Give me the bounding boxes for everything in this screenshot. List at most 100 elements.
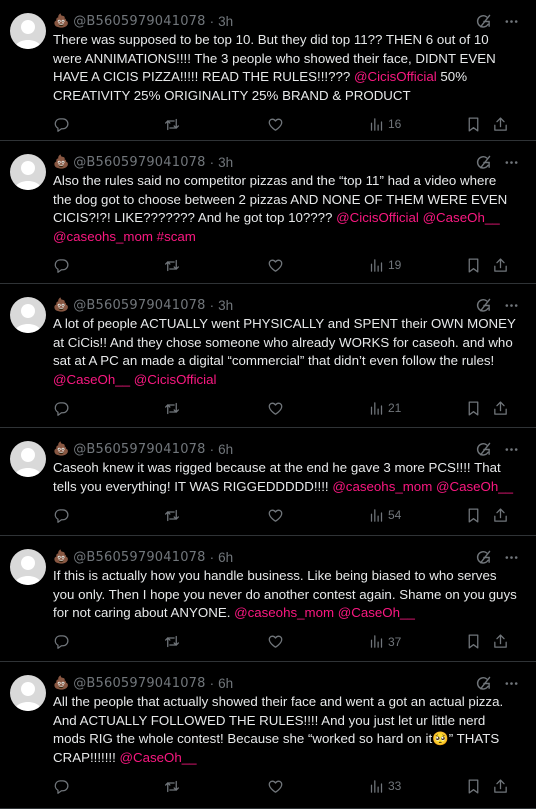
grok-icon[interactable]: [475, 154, 491, 170]
retweet-button[interactable]: [163, 633, 267, 650]
share-button[interactable]: [492, 633, 509, 650]
like-button[interactable]: [267, 778, 369, 795]
views-button[interactable]: 54: [369, 508, 465, 523]
tweet[interactable]: 💩 @B5605979041078 · 3h Also the rules sa…: [0, 141, 536, 284]
like-button[interactable]: [267, 400, 369, 417]
grok-icon[interactable]: [475, 675, 491, 691]
bookmark-button[interactable]: [465, 400, 492, 417]
mention-link[interactable]: @CicisOfficial: [134, 372, 217, 387]
share-button[interactable]: [492, 507, 509, 524]
bookmark-button[interactable]: [465, 257, 492, 274]
share-button[interactable]: [492, 116, 509, 133]
tweet-header: 💩 @B5605979041078 · 3h: [53, 153, 520, 171]
like-button[interactable]: [267, 257, 369, 274]
grok-icon[interactable]: [475, 13, 491, 29]
reply-button[interactable]: [53, 507, 163, 524]
mention-link[interactable]: @caseohs_mom: [53, 229, 153, 244]
reply-button[interactable]: [53, 116, 163, 133]
more-icon[interactable]: [503, 154, 519, 170]
mention-link[interactable]: @CaseOh__: [338, 605, 415, 620]
mention-link[interactable]: @CaseOh__: [436, 479, 513, 494]
share-button[interactable]: [492, 257, 509, 274]
more-icon[interactable]: [503, 441, 519, 457]
more-icon[interactable]: [503, 549, 519, 565]
grok-icon[interactable]: [475, 549, 491, 565]
tweet-feed: 💩 @B5605979041078 · 3h There was suppose…: [0, 0, 536, 809]
like-icon: [268, 118, 283, 131]
mention-link[interactable]: @caseohs_mom: [332, 479, 432, 494]
retweet-button[interactable]: [163, 507, 267, 524]
views-button[interactable]: 16: [369, 117, 465, 132]
mention-link[interactable]: @CaseOh__: [120, 750, 197, 765]
tweet-actions: 19: [53, 246, 520, 284]
tweet[interactable]: 💩 @B5605979041078 · 6h If this is actual…: [0, 536, 536, 662]
timestamp[interactable]: 3h: [218, 155, 233, 170]
reply-icon: [54, 635, 69, 649]
bookmark-button[interactable]: [465, 778, 492, 795]
timestamp[interactable]: 6h: [218, 676, 233, 691]
tweet[interactable]: 💩 @B5605979041078 · 3h There was suppose…: [0, 0, 536, 141]
tweet-actions: 33: [53, 767, 520, 805]
mention-link[interactable]: @CicisOfficial: [336, 210, 419, 225]
mention-link[interactable]: @caseohs_mom: [234, 605, 334, 620]
avatar[interactable]: [10, 154, 46, 190]
bookmark-icon: [468, 257, 479, 273]
avatar[interactable]: [10, 549, 46, 585]
views-count: 37: [388, 634, 402, 649]
tweet[interactable]: 💩 @B5605979041078 · 3h A lot of people A…: [0, 284, 536, 428]
retweet-button[interactable]: [163, 778, 267, 795]
retweet-button[interactable]: [163, 116, 267, 133]
share-button[interactable]: [492, 400, 509, 417]
bookmark-icon: [468, 116, 479, 132]
like-icon: [268, 402, 283, 415]
mention-link[interactable]: @CaseOh__: [53, 372, 130, 387]
more-icon[interactable]: [503, 13, 519, 29]
retweet-icon: [164, 635, 180, 648]
like-button[interactable]: [267, 633, 369, 650]
separator-dot: ·: [209, 675, 215, 691]
reply-button[interactable]: [53, 257, 163, 274]
timestamp[interactable]: 3h: [218, 14, 233, 29]
tweet[interactable]: 💩 @B5605979041078 · 6h All the people th…: [0, 662, 536, 809]
tweet-text: All the people that actually showed thei…: [53, 693, 520, 767]
avatar[interactable]: [10, 13, 46, 49]
grok-icon[interactable]: [475, 441, 491, 457]
more-icon[interactable]: [503, 297, 519, 313]
user-handle[interactable]: @B5605979041078: [73, 14, 205, 29]
tweet-actions: 21: [53, 389, 520, 427]
reply-button[interactable]: [53, 633, 163, 650]
grok-icon[interactable]: [475, 297, 491, 313]
mention-link[interactable]: @CicisOfficial: [354, 69, 437, 84]
tweet[interactable]: 💩 @B5605979041078 · 6h Caseoh knew it wa…: [0, 428, 536, 536]
timestamp[interactable]: 3h: [218, 298, 233, 313]
retweet-button[interactable]: [163, 400, 267, 417]
like-button[interactable]: [267, 116, 369, 133]
bookmark-button[interactable]: [465, 633, 492, 650]
bookmark-button[interactable]: [465, 116, 492, 133]
user-handle[interactable]: @B5605979041078: [73, 155, 205, 170]
avatar[interactable]: [10, 675, 46, 711]
avatar[interactable]: [10, 297, 46, 333]
reply-button[interactable]: [53, 400, 163, 417]
views-button[interactable]: 19: [369, 258, 465, 273]
mention-link[interactable]: #scam: [157, 229, 196, 244]
retweet-button[interactable]: [163, 257, 267, 274]
reply-button[interactable]: [53, 778, 163, 795]
views-count: 54: [388, 508, 402, 522]
tweet-actions: 54: [53, 496, 520, 534]
user-handle[interactable]: @B5605979041078: [73, 442, 205, 457]
mention-link[interactable]: @CaseOh__: [423, 210, 500, 225]
views-button[interactable]: 21: [369, 401, 465, 416]
user-handle[interactable]: @B5605979041078: [73, 550, 205, 565]
user-handle[interactable]: @B5605979041078: [73, 676, 205, 691]
user-handle[interactable]: @B5605979041078: [73, 298, 205, 313]
views-button[interactable]: 37: [369, 634, 465, 649]
timestamp[interactable]: 6h: [218, 442, 233, 457]
like-button[interactable]: [267, 507, 369, 524]
more-icon[interactable]: [503, 675, 519, 691]
bookmark-button[interactable]: [465, 507, 492, 524]
share-button[interactable]: [492, 778, 509, 795]
avatar[interactable]: [10, 441, 46, 477]
views-button[interactable]: 33: [369, 779, 465, 794]
timestamp[interactable]: 6h: [218, 550, 233, 565]
